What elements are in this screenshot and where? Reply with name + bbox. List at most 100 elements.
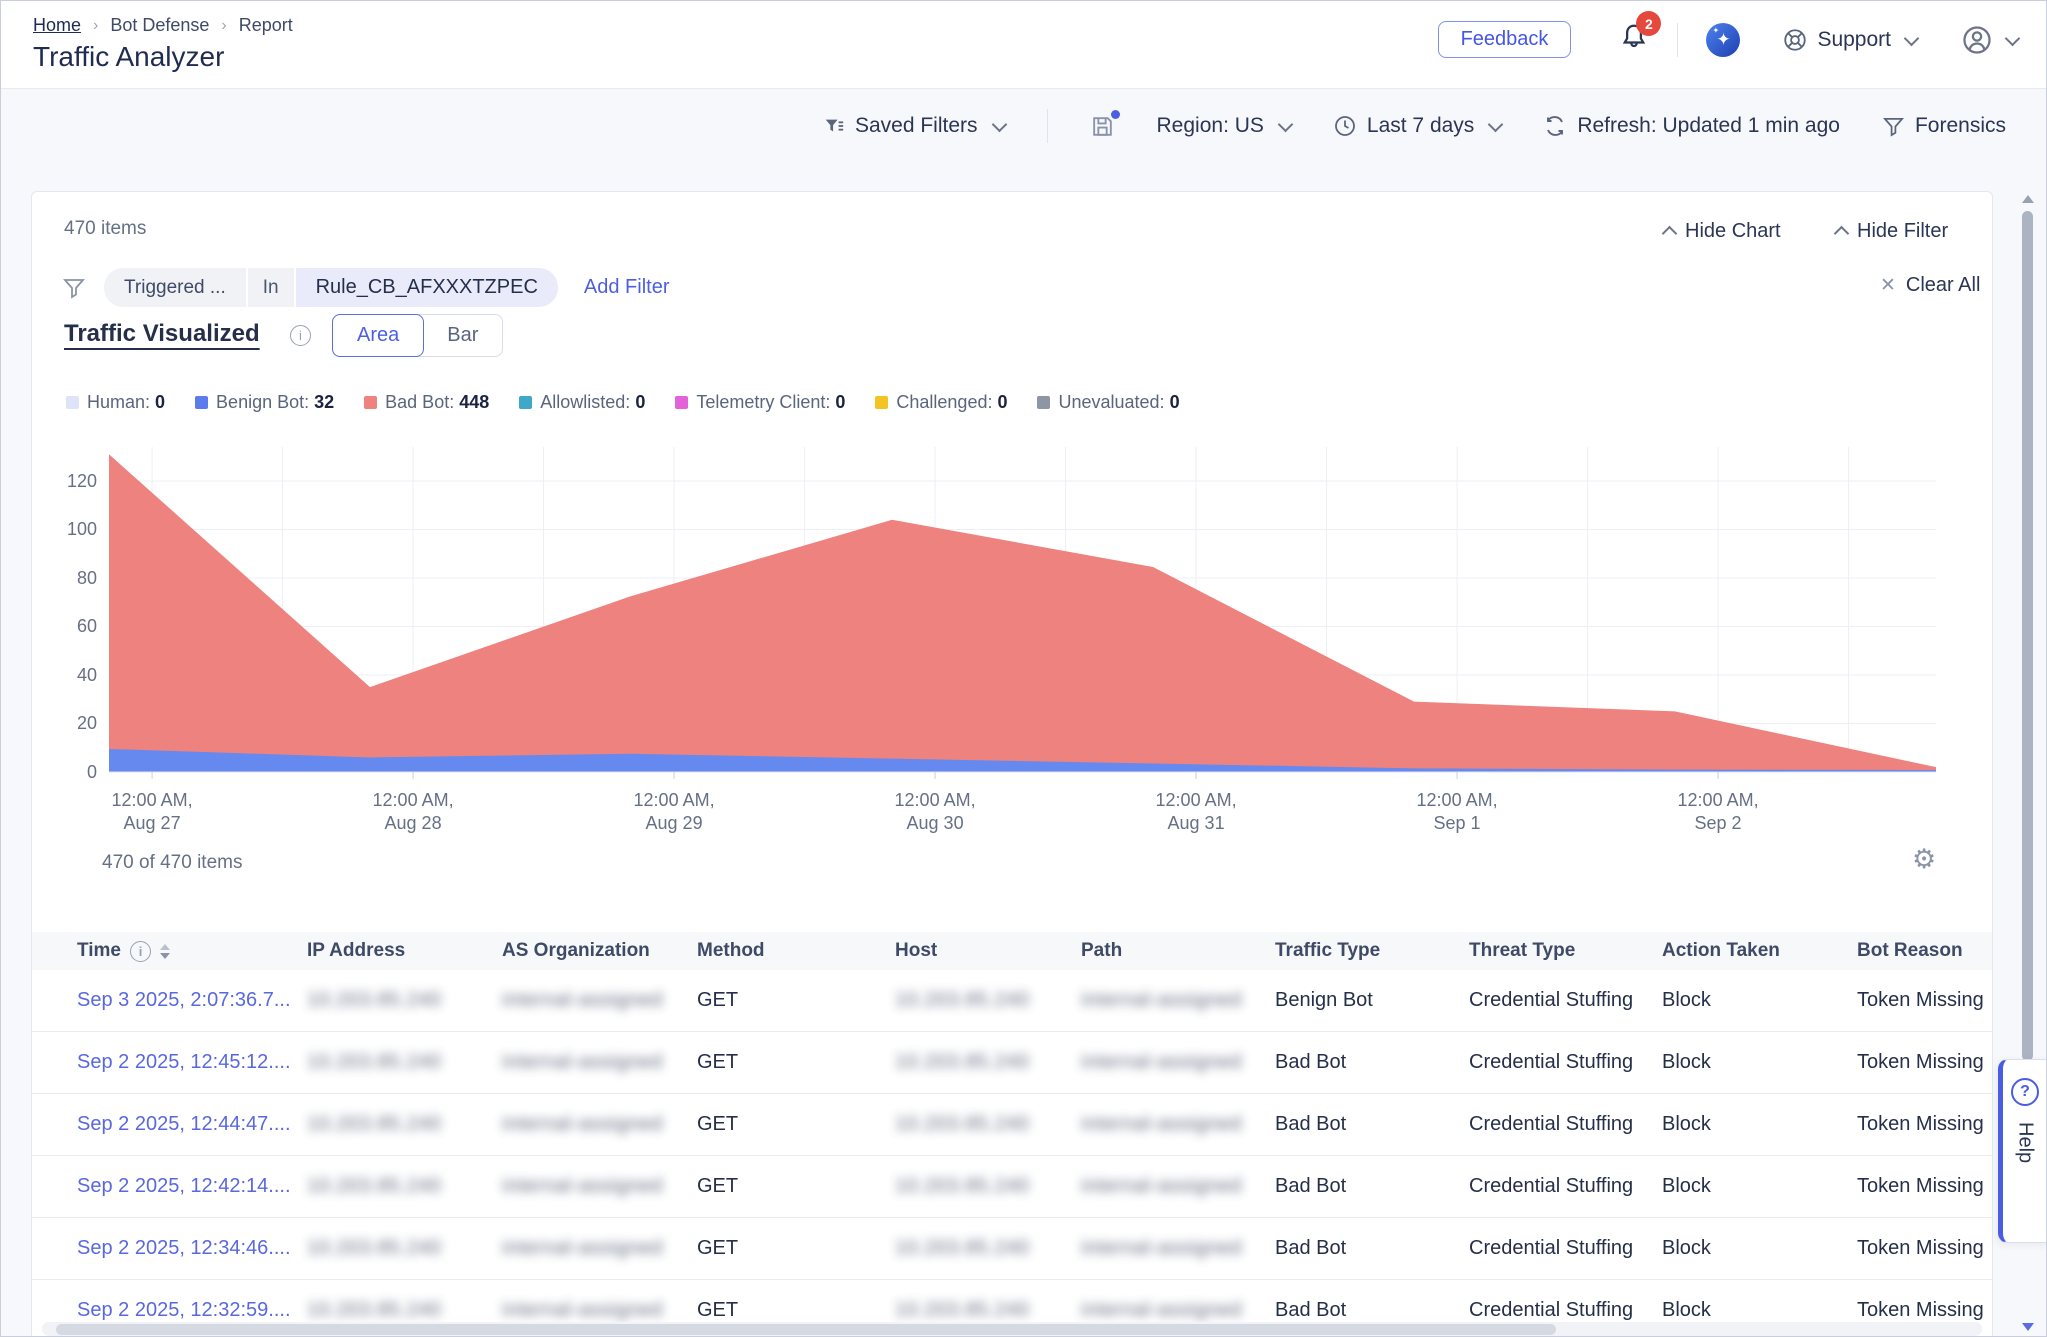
column-header-action-taken[interactable]: Action Taken [1662, 940, 1857, 962]
clear-all-button[interactable]: ✕ Clear All [1880, 274, 1980, 297]
column-header-ip-address[interactable]: IP Address [307, 940, 502, 962]
horizontal-scrollbar[interactable] [42, 1322, 1982, 1336]
add-filter-button[interactable]: Add Filter [584, 276, 670, 299]
legend-item[interactable]: Human: 0 [66, 392, 165, 413]
cell-method: GET [697, 1051, 895, 1074]
table-row[interactable]: Sep 2 2025, 12:34:46....10.203.85.240int… [32, 1218, 1992, 1280]
column-header-time[interactable]: Timei [77, 940, 307, 962]
forensics-button[interactable]: Forensics [1882, 114, 2006, 138]
table-row[interactable]: Sep 2 2025, 12:45:12....10.203.85.240int… [32, 1032, 1992, 1094]
scroll-down-arrow[interactable] [2022, 1323, 2034, 1331]
toggle-bar[interactable]: Bar [423, 315, 502, 356]
cell-threat_type: Credential Stuffing [1469, 1175, 1662, 1198]
column-header-traffic-type[interactable]: Traffic Type [1275, 940, 1469, 962]
legend-item[interactable]: Bad Bot: 448 [364, 392, 489, 413]
cell-method: GET [697, 989, 895, 1012]
traffic-visualized-heading[interactable]: Traffic Visualized [64, 320, 260, 348]
time-link[interactable]: Sep 2 2025, 12:32:59.... [77, 1299, 291, 1321]
legend-item[interactable]: Benign Bot: 32 [195, 392, 334, 413]
cell-ip: 10.203.85.240 [307, 1299, 502, 1322]
cell-bot_reason: Token Missing [1857, 1175, 1992, 1198]
cell-action_taken: Block [1662, 989, 1857, 1012]
support-menu[interactable]: Support [1782, 27, 1917, 53]
save-filter-button[interactable] [1090, 114, 1115, 139]
column-header-threat-type[interactable]: Threat Type [1469, 940, 1662, 962]
legend-item[interactable]: Allowlisted: 0 [519, 392, 645, 413]
column-header-as-organization[interactable]: AS Organization [502, 940, 697, 962]
table-row[interactable]: Sep 2 2025, 12:44:47....10.203.85.240int… [32, 1094, 1992, 1156]
legend-label: Allowlisted: 0 [540, 392, 645, 413]
filter-value-chip[interactable]: Rule_CB_AFXXXTZPEC [296, 268, 558, 307]
toggle-area[interactable]: Area [332, 314, 424, 357]
info-icon[interactable]: i [290, 325, 311, 346]
column-header-label: Time [77, 940, 121, 962]
region-dropdown[interactable]: Region: US [1157, 114, 1291, 138]
time-link[interactable]: Sep 2 2025, 12:42:14.... [77, 1175, 291, 1197]
time-range-dropdown[interactable]: Last 7 days [1333, 114, 1501, 138]
close-icon: ✕ [1880, 274, 1896, 297]
sort-toggle[interactable] [160, 944, 170, 959]
clear-all-label: Clear All [1906, 274, 1980, 297]
cell-threat_type: Credential Stuffing [1469, 989, 1662, 1012]
hide-filter-button[interactable]: Hide Filter [1830, 220, 1948, 243]
filter-operator-chip[interactable]: In [248, 268, 294, 307]
feedback-button[interactable]: Feedback [1438, 21, 1572, 58]
hide-chart-button[interactable]: Hide Chart [1658, 220, 1781, 243]
redacted-value: internal-assigned [502, 1175, 663, 1197]
y-axis-tick-label: 0 [51, 762, 97, 783]
help-tab[interactable]: ? Help [1998, 1059, 2047, 1243]
saved-filters-dropdown[interactable]: Saved Filters [823, 114, 1005, 138]
cell-bot_reason: Token Missing [1857, 989, 1992, 1012]
cell-host: 10.203.85.240 [895, 1051, 1081, 1074]
saved-filters-label: Saved Filters [855, 114, 978, 138]
redacted-value: 10.203.85.240 [307, 989, 441, 1011]
breadcrumb-home[interactable]: Home [33, 15, 81, 36]
cell-method: GET [697, 1237, 895, 1260]
table-settings-gear-icon[interactable]: ⚙ [1912, 844, 1936, 875]
redacted-value: 10.203.85.240 [895, 1051, 1029, 1073]
refresh-button[interactable]: Refresh: Updated 1 min ago [1543, 114, 1840, 138]
cell-bot_reason: Token Missing [1857, 1051, 1992, 1074]
cell-threat_type: Credential Stuffing [1469, 1113, 1662, 1136]
traffic-chart[interactable] [109, 447, 1936, 780]
user-menu[interactable] [1961, 24, 2018, 56]
column-header-method[interactable]: Method [697, 940, 895, 962]
column-header-path[interactable]: Path [1081, 940, 1275, 962]
cell-as_org: internal-assigned [502, 1113, 697, 1136]
legend-item[interactable]: Telemetry Client: 0 [675, 392, 845, 413]
cell-host: 10.203.85.240 [895, 989, 1081, 1012]
time-link[interactable]: Sep 3 2025, 2:07:36.7... [77, 989, 291, 1011]
breadcrumb-bot-defense[interactable]: Bot Defense [110, 15, 209, 36]
time-link[interactable]: Sep 2 2025, 12:44:47.... [77, 1113, 291, 1135]
info-icon[interactable]: i [130, 941, 151, 962]
scroll-up-arrow[interactable] [2022, 195, 2034, 203]
time-link[interactable]: Sep 2 2025, 12:34:46.... [77, 1237, 291, 1259]
column-header-host[interactable]: Host [895, 940, 1081, 962]
notifications-button[interactable]: 2 [1619, 21, 1649, 58]
legend-swatch [195, 396, 208, 409]
sort-desc-icon [160, 953, 170, 959]
cell-as_org: internal-assigned [502, 1175, 697, 1198]
time-link[interactable]: Sep 2 2025, 12:45:12.... [77, 1051, 291, 1073]
unsaved-dot [1111, 110, 1120, 119]
legend-item[interactable]: Unevaluated: 0 [1037, 392, 1179, 413]
cell-method: GET [697, 1175, 895, 1198]
table-row[interactable]: Sep 2 2025, 12:42:14....10.203.85.240int… [32, 1156, 1992, 1218]
cell-traffic_type: Bad Bot [1275, 1175, 1469, 1198]
y-axis-tick-label: 120 [51, 471, 97, 492]
chevron-down-icon [1488, 117, 1504, 133]
redacted-value: internal-assigned [1081, 1113, 1242, 1135]
vertical-scrollbar-thumb[interactable] [2022, 211, 2033, 1061]
cell-traffic_type: Bad Bot [1275, 1299, 1469, 1322]
column-header-bot-reason[interactable]: Bot Reason [1857, 940, 1992, 962]
filter-field-chip[interactable]: Triggered ... [104, 268, 246, 307]
redacted-value: 10.203.85.240 [895, 1237, 1029, 1259]
ai-assistant-button[interactable]: ✦ ✦ [1706, 23, 1740, 57]
horizontal-scrollbar-thumb[interactable] [56, 1324, 1556, 1335]
breadcrumb-report[interactable]: Report [239, 15, 293, 36]
funnel-icon [62, 276, 86, 300]
legend-item[interactable]: Challenged: 0 [875, 392, 1007, 413]
table-row[interactable]: Sep 3 2025, 2:07:36.7...10.203.85.240int… [32, 970, 1992, 1032]
traffic-analyzer-page: Home › Bot Defense › Report Traffic Anal… [0, 0, 2047, 1337]
cell-host: 10.203.85.240 [895, 1237, 1081, 1260]
